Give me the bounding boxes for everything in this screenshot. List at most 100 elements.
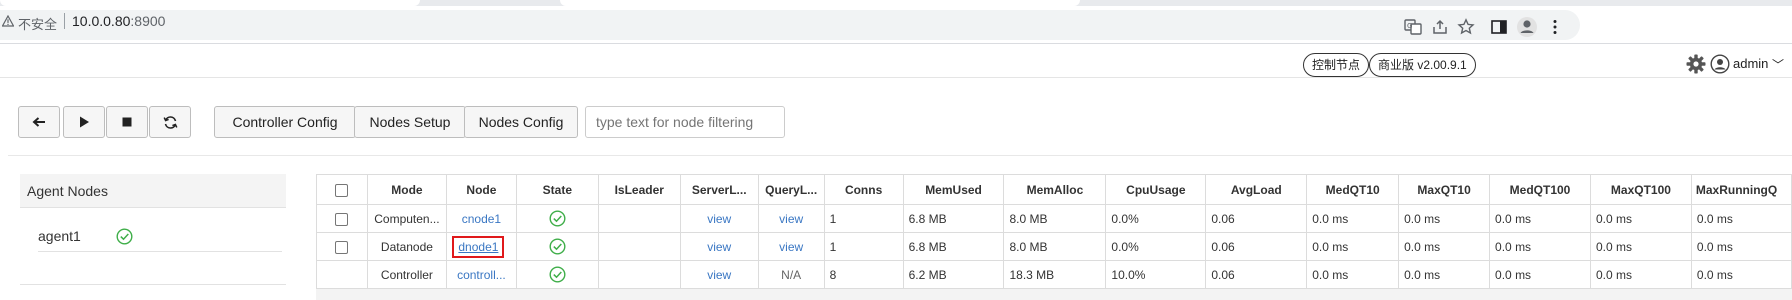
browser-menu-icon[interactable] (1546, 18, 1564, 36)
table-header-row: Mode Node State IsLeader ServerL... Quer… (316, 174, 1792, 205)
is-leader-cell (597, 204, 681, 233)
check-circle-icon (549, 210, 566, 227)
bookmark-star-icon[interactable] (1457, 18, 1475, 36)
max-running-q-cell: 0.0 ms (1690, 232, 1792, 261)
column-header[interactable]: MemAlloc (1003, 174, 1107, 205)
cpu-usage-cell: 10.0% (1105, 260, 1207, 289)
query-log-link[interactable]: view (757, 204, 825, 233)
nodes-config-button[interactable]: Nodes Config (464, 106, 578, 138)
table-row[interactable]: Controller controll... view N/A 8 6.2 MB… (316, 260, 1792, 289)
conns-cell: 1 (823, 232, 904, 261)
refresh-button[interactable] (149, 106, 191, 138)
mem-used-cell: 6.8 MB (902, 232, 1005, 261)
conns-cell: 8 (823, 260, 904, 289)
url-text[interactable]: 10.0.0.80:8900 (72, 13, 165, 29)
max-running-q-cell: 0.0 ms (1690, 260, 1792, 289)
column-header[interactable]: MemUsed (902, 174, 1005, 205)
column-header[interactable]: MaxQT10 (1398, 174, 1491, 205)
max-qt100-cell: 0.0 ms (1589, 204, 1692, 233)
mem-alloc-cell: 18.3 MB (1003, 260, 1107, 289)
url-host: 10.0.0.80 (72, 13, 131, 29)
avg-load-cell: 0.06 (1205, 232, 1308, 261)
control-node-button[interactable]: 控制节点 (1303, 53, 1370, 77)
agent-name: agent1 (38, 228, 81, 244)
column-header[interactable]: CpuUsage (1105, 174, 1207, 205)
mem-used-cell: 6.2 MB (902, 260, 1005, 289)
row-checkbox[interactable] (335, 212, 349, 226)
mem-alloc-cell: 8.0 MB (1003, 204, 1107, 233)
edition-badge[interactable]: 商业版 v2.00.9.1 (1369, 53, 1476, 77)
med-qt10-cell: 0.0 ms (1306, 260, 1400, 289)
server-log-link[interactable]: view (679, 260, 759, 289)
max-qt10-cell: 0.0 ms (1398, 232, 1491, 261)
check-circle-icon (116, 228, 133, 245)
back-button[interactable] (18, 106, 60, 138)
side-panel-icon[interactable] (1490, 18, 1508, 36)
stop-icon (122, 117, 132, 127)
avg-load-cell: 0.06 (1205, 260, 1308, 289)
row-checkbox[interactable] (335, 240, 349, 254)
nodes-table: Mode Node State IsLeader ServerL... Quer… (316, 174, 1792, 289)
agent-nodes-title: Agent Nodes (20, 174, 286, 208)
refresh-icon (163, 116, 177, 129)
column-header[interactable]: Mode (366, 174, 447, 205)
user-name[interactable]: admin (1733, 56, 1768, 71)
state-cell (515, 260, 599, 289)
cpu-usage-cell: 0.0% (1105, 204, 1207, 233)
insecure-label[interactable]: 不安全 (18, 14, 57, 33)
column-header[interactable]: QueryL... (757, 174, 825, 205)
column-header[interactable]: State (515, 174, 599, 205)
node-link[interactable]: controll... (445, 260, 517, 289)
select-all-checkbox[interactable] (335, 183, 349, 197)
row-select-cell[interactable] (316, 232, 368, 261)
node-link[interactable]: cnode1 (445, 204, 517, 233)
arrow-left-icon (32, 117, 45, 127)
column-header[interactable]: AvgLoad (1205, 174, 1308, 205)
max-running-q-cell: 0.0 ms (1690, 204, 1792, 233)
column-header[interactable]: ServerL... (679, 174, 759, 205)
conns-cell: 1 (823, 204, 904, 233)
translate-icon[interactable]: G (1404, 18, 1422, 36)
column-header[interactable]: Node (445, 174, 517, 205)
table-row[interactable]: Datanode dnode1 view view 1 6.8 MB 8.0 M… (316, 232, 1792, 261)
table-row[interactable]: Computen... cnode1 view view 1 6.8 MB 8.… (316, 204, 1792, 233)
chevron-down-icon[interactable]: ﹀ (1772, 56, 1784, 73)
column-header[interactable]: Conns (823, 174, 904, 205)
nodes-setup-button[interactable]: Nodes Setup (354, 106, 466, 138)
max-qt10-cell: 0.0 ms (1398, 204, 1491, 233)
row-select-cell (316, 260, 368, 289)
warning-icon[interactable] (2, 15, 14, 27)
nodes-grid: Mode Node State IsLeader ServerL... Quer… (316, 174, 1792, 300)
toolbar: Controller Config Nodes Setup Nodes Conf… (8, 84, 1792, 156)
med-qt10-cell: 0.0 ms (1306, 232, 1400, 261)
column-header[interactable]: MaxRunningQ (1690, 174, 1792, 205)
address-field[interactable] (0, 10, 1580, 40)
column-header[interactable]: MedQT10 (1306, 174, 1400, 205)
controller-config-button[interactable]: Controller Config (214, 106, 356, 138)
column-header[interactable]: MaxQT100 (1589, 174, 1692, 205)
address-separator (64, 13, 65, 29)
query-log-cell: N/A (757, 260, 825, 289)
user-icon[interactable] (1710, 54, 1730, 74)
select-all-header[interactable] (316, 174, 368, 205)
row-select-cell[interactable] (316, 204, 368, 233)
max-qt100-cell: 0.0 ms (1589, 232, 1692, 261)
med-qt10-cell: 0.0 ms (1306, 204, 1400, 233)
stop-button[interactable] (106, 106, 148, 138)
mode-cell: Controller (366, 260, 447, 289)
profile-avatar-icon[interactable] (1516, 16, 1538, 38)
agent-row[interactable]: agent1 (38, 222, 282, 252)
server-log-link[interactable]: view (679, 232, 759, 261)
start-button[interactable] (63, 106, 105, 138)
column-header[interactable]: MedQT100 (1489, 174, 1591, 205)
server-log-link[interactable]: view (679, 204, 759, 233)
node-link-highlighted[interactable]: dnode1 (452, 235, 505, 258)
is-leader-cell (597, 260, 681, 289)
app-header: 控制节点 商业版 v2.00.9.1 admin ﹀ (0, 44, 1792, 78)
query-log-link[interactable]: view (757, 232, 825, 261)
node-filter-input[interactable] (585, 106, 785, 138)
column-header[interactable]: IsLeader (597, 174, 681, 205)
gear-icon[interactable] (1685, 53, 1707, 75)
share-icon[interactable] (1431, 18, 1449, 36)
cpu-usage-cell: 0.0% (1105, 232, 1207, 261)
